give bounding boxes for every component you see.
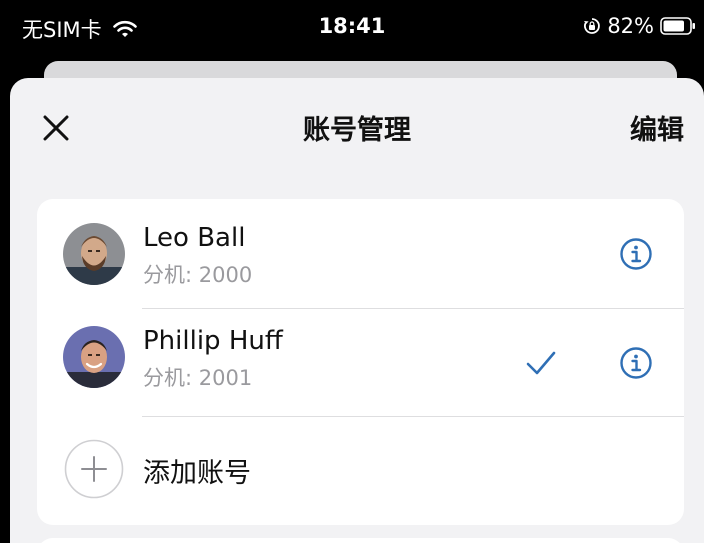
edit-button[interactable]: 编辑	[630, 108, 684, 147]
add-account-row[interactable]: 添加账号	[37, 417, 684, 525]
screen: 无SIM卡 18:41 82% 账号管理 编辑 Leo Ball 分机: 200…	[0, 0, 704, 543]
account-row-leo-ball[interactable]: Leo Ball 分机: 2000	[37, 199, 684, 309]
status-bar: 无SIM卡 18:41 82%	[0, 0, 704, 58]
account-list: Leo Ball 分机: 2000 Phillip Huff 分机: 2001 …	[37, 199, 684, 525]
battery-icon	[660, 17, 695, 35]
avatar	[63, 326, 125, 388]
page-title: 账号管理	[303, 115, 411, 146]
account-management-sheet: 账号管理 编辑 Leo Ball 分机: 2000 Phillip Huff 分…	[10, 78, 704, 543]
info-icon[interactable]	[619, 346, 653, 380]
avatar	[63, 223, 125, 285]
checkmark-icon	[526, 351, 556, 375]
plus-icon[interactable]	[64, 439, 124, 499]
account-name: Phillip Huff	[143, 326, 283, 356]
next-card-edge	[37, 538, 684, 543]
info-icon[interactable]	[619, 237, 653, 271]
status-right: 82%	[583, 14, 696, 38]
account-row-phillip-huff[interactable]: Phillip Huff 分机: 2001	[37, 309, 684, 417]
battery-percent: 82%	[607, 14, 654, 38]
rotation-lock-icon	[584, 18, 601, 34]
account-extension: 分机: 2001	[143, 366, 253, 390]
account-extension: 分机: 2000	[143, 263, 253, 287]
battery-fill	[663, 20, 684, 32]
account-name: Leo Ball	[143, 223, 246, 253]
add-account-label[interactable]: 添加账号	[143, 451, 251, 490]
